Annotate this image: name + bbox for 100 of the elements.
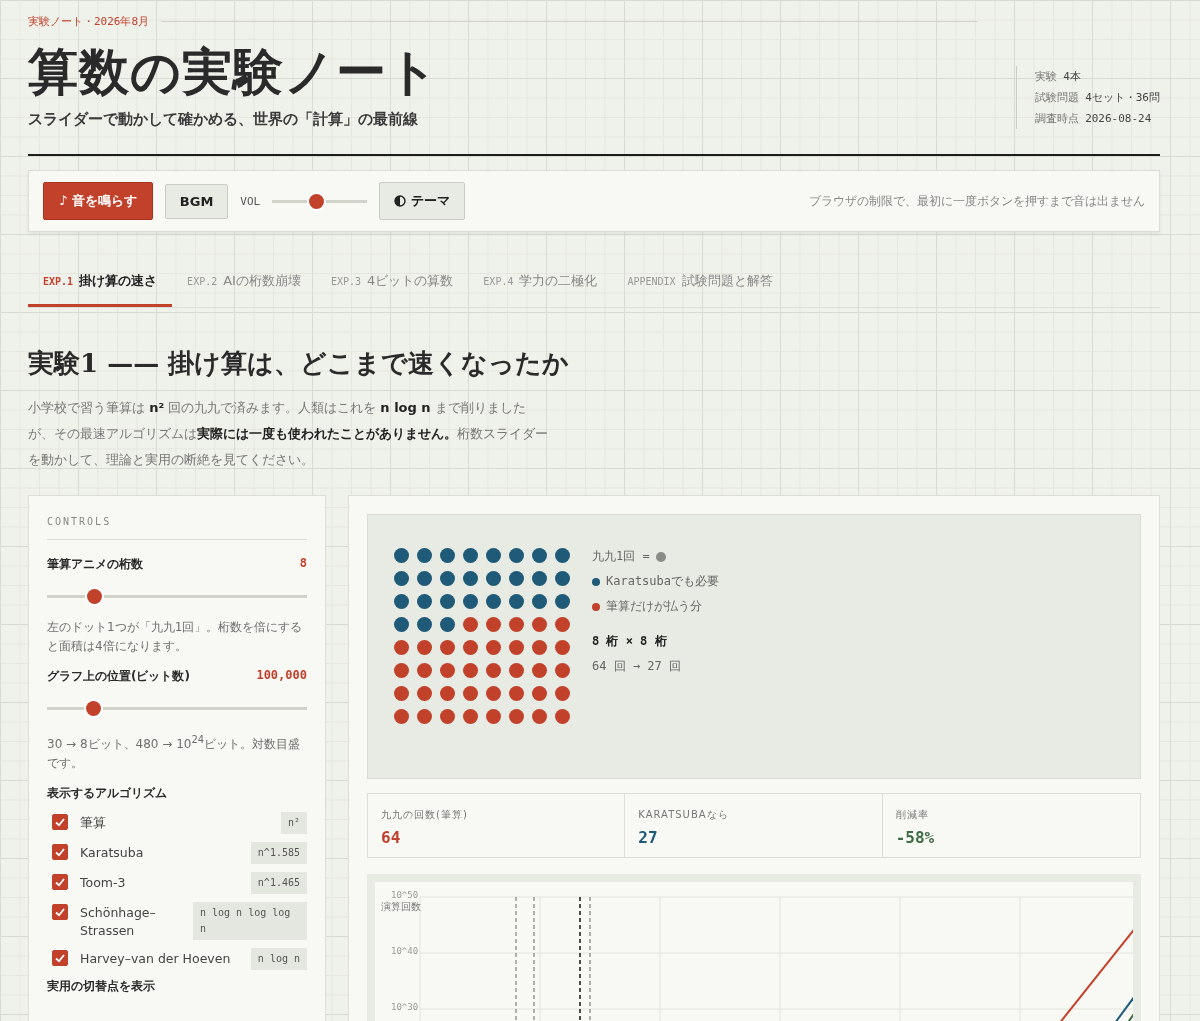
complexity-tag: n log n log log n: [193, 902, 307, 940]
dot: [463, 709, 478, 724]
tab[interactable]: EXP.4 学力の二極化: [468, 266, 613, 307]
algorithm-name: Harvey–van der Hoeven: [80, 950, 232, 968]
dot: [440, 709, 455, 724]
stat-value: 27: [638, 828, 659, 847]
dot: [509, 663, 524, 678]
complexity-tag: n^1.465: [250, 872, 307, 894]
slider-note: 30 → 8ビット、480 → 10$^{24}$ビット。対数目盛です。: [47, 733, 302, 772]
tab[interactable]: APPENDIX 試験問題と解答: [612, 266, 788, 307]
checkbox[interactable]: [52, 874, 68, 890]
legend-dot: [655, 551, 666, 562]
dot: [486, 686, 501, 701]
legend-label: Karatsubaでも必要: [606, 573, 720, 590]
dot: [463, 640, 478, 655]
dot: [509, 548, 524, 563]
complexity-tag: n^1.585: [250, 842, 307, 864]
dot: [440, 594, 455, 609]
dot: [417, 663, 432, 678]
dot: [417, 709, 432, 724]
dot: [486, 594, 501, 609]
stat-label: 削減率: [895, 808, 930, 822]
dot: [394, 571, 409, 586]
tab[interactable]: EXP.1 掛け算の速さ: [28, 266, 173, 307]
operation-count: 64 回 → 27 回: [592, 658, 683, 675]
dot: [509, 617, 524, 632]
axis-tick-label: 10^30: [391, 1002, 419, 1012]
dot: [532, 617, 547, 632]
dot: [555, 709, 570, 724]
dot: [417, 640, 432, 655]
sound-notice: ブラウザの制限で、最初に一度ボタンを押すまで音は出ません: [809, 192, 1145, 210]
slider-value: 100,000: [256, 668, 307, 684]
dot: [394, 686, 409, 701]
section-heading: 実験1 —— 掛け算は、どこまで速くなったか: [28, 347, 571, 380]
slider-label: グラフ上の位置(ビット数): [47, 668, 190, 685]
checkbox[interactable]: [52, 950, 68, 966]
tab[interactable]: EXP.3 4ビットの算数: [315, 266, 469, 307]
stat-value: -58%: [895, 828, 936, 847]
algorithm-name: Karatsuba: [80, 844, 145, 862]
dot: [394, 709, 409, 724]
dot: [555, 686, 570, 701]
meta-value: 4本: [1063, 70, 1081, 83]
section-label: 表示するアルゴリズム: [47, 785, 168, 802]
meta-label: 試験問題: [1035, 91, 1080, 104]
dot: [463, 686, 478, 701]
intro-paragraph: 小学校で習う筆算は n² 回の九九で済みます。人類はこれを n log n まで削りましたが、その最速アルゴリズムは実際には一度も使われたことがありません。桁数スライダーを動かして、理論と実用の断絶を見てください。: [28, 399, 548, 469]
dot: [440, 686, 455, 701]
dot: [509, 640, 524, 655]
dot: [555, 640, 570, 655]
dot: [463, 571, 478, 586]
dot: [440, 571, 455, 586]
dot: [486, 640, 501, 655]
dot: [486, 709, 501, 724]
dot: [440, 617, 455, 632]
dot: [463, 548, 478, 563]
section-label: 実用の切替点を表示: [47, 978, 156, 995]
complexity-tag: n²: [280, 812, 307, 834]
dot: [555, 617, 570, 632]
bgm-button[interactable]: BGM: [164, 183, 229, 219]
dot: [394, 663, 409, 678]
dot: [417, 548, 432, 563]
algorithm-name: 筆算: [80, 814, 107, 832]
dot: [532, 709, 547, 724]
page-title: 算数の実験ノート: [28, 41, 440, 103]
dot: [532, 640, 547, 655]
dot: [417, 686, 432, 701]
axis-tick-label: 10^40: [391, 946, 419, 956]
dot: [509, 571, 524, 586]
dot: [486, 571, 501, 586]
stat-label: KARATSUBAなら: [638, 808, 730, 822]
stat-label: 九九の回数(筆算): [381, 808, 469, 822]
kicker-date: 実験ノート・2026年8月: [28, 14, 150, 29]
dot: [486, 617, 501, 632]
play-sound-button[interactable]: ♪ 音を鳴らす: [43, 182, 153, 220]
theme-button[interactable]: テーマ: [379, 182, 466, 220]
slider-value: 8: [299, 556, 307, 572]
complexity-tag: n log n: [250, 948, 307, 970]
dot: [463, 617, 478, 632]
legend-label: 筆算だけが払う分: [606, 598, 702, 615]
dot: [532, 686, 547, 701]
dot: [555, 548, 570, 563]
checkbox[interactable]: [52, 844, 68, 860]
dot: [532, 594, 547, 609]
dot: [394, 548, 409, 563]
dot: [486, 548, 501, 563]
meta-label: 実験: [1035, 70, 1058, 83]
stat-value: 64: [381, 828, 402, 847]
dot: [463, 663, 478, 678]
dot: [509, 709, 524, 724]
subtitle: スライダーで動かして確かめる、世界の「計算」の最前線: [28, 110, 419, 129]
checkbox[interactable]: [52, 814, 68, 830]
algorithm-name: Toom-3: [80, 874, 127, 892]
meta-label: 調査時点: [1035, 112, 1080, 125]
tab[interactable]: EXP.2 AIの桁数崩壊: [172, 266, 316, 307]
meta-value: 2026-08-24: [1085, 112, 1152, 125]
panel-title: CONTROLS: [47, 516, 307, 540]
checkbox[interactable]: [52, 904, 68, 920]
axis-tick-label: 10^50: [391, 890, 419, 900]
slider-note: 左のドット1つが「九九1回」。桁数を倍にすると面積は4倍になります。: [47, 619, 304, 655]
dot: [509, 686, 524, 701]
